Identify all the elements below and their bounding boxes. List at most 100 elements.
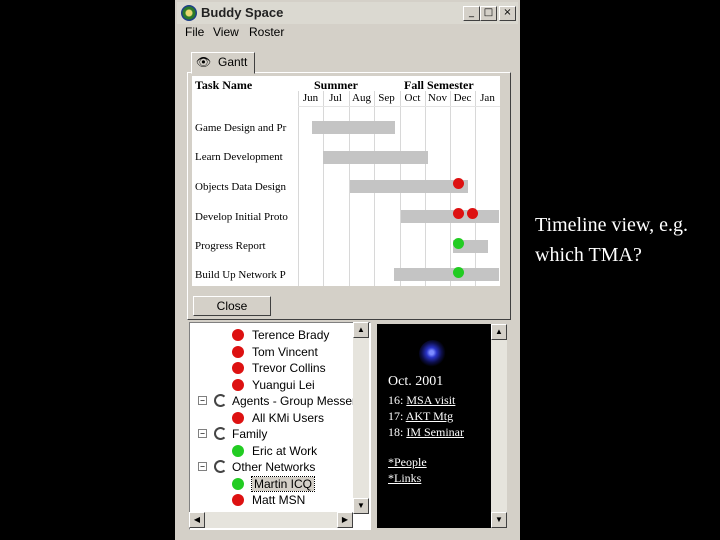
roster-contact[interactable]: Tom Vincent (190, 344, 366, 360)
roster-label: Other Networks (232, 460, 316, 474)
red-status-dot (467, 208, 478, 219)
scroll-left-icon[interactable]: ◀ (189, 512, 205, 528)
scroll-down-icon[interactable]: ▼ (491, 512, 507, 528)
online-status-icon (232, 444, 244, 457)
roster-label: Terence Brady (252, 328, 330, 342)
menu-roster[interactable]: Roster (249, 25, 284, 39)
collapse-icon[interactable]: − (198, 429, 207, 438)
roster-label: Yuangui Lei (252, 377, 315, 392)
group-icon (214, 394, 227, 407)
window-title: Buddy Space (201, 5, 284, 20)
scroll-down-icon[interactable]: ▼ (353, 498, 369, 514)
roster-contact[interactable]: Trevor Collins (190, 360, 366, 376)
app-logo-icon (181, 5, 197, 21)
roster-vertical-scrollbar[interactable]: ▲ ▼ (353, 322, 369, 514)
tab-gantt[interactable]: 👁 Gantt (191, 52, 255, 74)
roster-label: Matt MSN (252, 493, 306, 507)
roster-label: Trevor Collins (252, 361, 326, 375)
event-item[interactable]: 16: MSA visit (388, 393, 455, 408)
task-label: Develop Initial Proto (195, 211, 288, 223)
task-label: Objects Data Design (195, 181, 287, 193)
eye-icon: 👁 (196, 55, 212, 69)
event-item[interactable]: 17: AKT Mtg (388, 409, 453, 424)
roster-horizontal-scrollbar[interactable]: ◀ ▶ (189, 512, 353, 528)
month-label: Dec (453, 92, 472, 104)
task-bar[interactable] (350, 180, 468, 193)
roster-group[interactable]: − Agents - Group Messeng (190, 393, 366, 409)
collapse-icon[interactable]: − (198, 462, 207, 471)
maximize-button[interactable]: □ (480, 6, 497, 21)
task-label: Learn Development (195, 151, 283, 163)
offline-status-icon (232, 411, 244, 424)
red-status-dot (453, 178, 464, 189)
roster-contact[interactable]: Yuangui Lei (190, 377, 366, 393)
season-fall: Fall Semester (404, 78, 474, 92)
roster-contact[interactable]: Matt MSN (190, 492, 366, 508)
menu-view[interactable]: View (213, 25, 239, 39)
month-label: Sep (378, 92, 395, 104)
month-label: Jan (480, 92, 495, 104)
offline-status-icon (232, 378, 244, 391)
task-label: Build Up Network P (195, 269, 286, 281)
close-window-button[interactable]: × (499, 6, 516, 21)
event-link[interactable]: IM Seminar (406, 425, 464, 439)
online-status-icon (232, 477, 244, 490)
tab-gantt-label: Gantt (218, 55, 248, 69)
minimize-button[interactable]: _ (463, 6, 480, 21)
close-button[interactable]: Close (193, 296, 271, 316)
month-label: Aug (352, 92, 371, 104)
red-status-dot (453, 208, 464, 219)
roster-group[interactable]: − Family (190, 426, 366, 442)
month-label: Jun (302, 92, 319, 104)
grid-line (475, 91, 476, 286)
event-item[interactable]: 18: IM Seminar (388, 425, 464, 440)
people-link[interactable]: *People (388, 455, 427, 470)
task-label: Game Design and Pr (195, 122, 287, 134)
menu-file[interactable]: File (185, 25, 204, 39)
event-day: 18: (388, 425, 404, 439)
event-link[interactable]: MSA visit (406, 393, 455, 407)
event-link[interactable]: AKT Mtg (406, 409, 453, 423)
buddy-space-window: Buddy Space _ □ × File View Roster 👁 Gan… (175, 0, 520, 540)
offline-status-icon (232, 362, 244, 374)
menu-bar: File View Roster (177, 24, 518, 42)
task-bar[interactable] (394, 268, 499, 281)
planet-icon (419, 340, 447, 368)
roster-contact[interactable]: Martin ICQ (190, 475, 366, 492)
roster-contact[interactable]: Eric at Work (190, 443, 366, 459)
task-bar[interactable] (312, 121, 395, 134)
scroll-right-icon[interactable]: ▶ (337, 512, 353, 528)
roster-contact[interactable]: All KMi Users (190, 410, 366, 426)
scroll-up-icon[interactable]: ▲ (353, 322, 369, 338)
green-status-dot (453, 238, 464, 249)
month-label: Oct (404, 92, 421, 104)
gantt-chart: Task Name Summer Fall Semester Jun Jul A… (192, 76, 500, 286)
roster-contact[interactable]: Terence Brady (190, 327, 366, 343)
roster-label: Agents - Group Messeng (232, 394, 366, 408)
scroll-up-icon[interactable]: ▲ (491, 324, 507, 340)
links-link[interactable]: *Links (388, 471, 421, 486)
collapse-icon[interactable]: − (198, 396, 207, 405)
green-status-dot (453, 267, 464, 278)
slide-caption: Timeline view, e.g. which TMA? (535, 210, 720, 270)
calendar-month: Oct. 2001 (388, 374, 444, 389)
event-day: 17: (388, 409, 404, 423)
task-bar[interactable] (401, 210, 499, 223)
group-icon (214, 460, 227, 473)
event-day: 16: (388, 393, 404, 407)
offline-status-icon (232, 345, 244, 358)
info-panel-scrollbar[interactable]: ▲ ▼ (491, 324, 507, 528)
roster-tree: Terence Brady Tom Vincent Trevor Collins Yu… (189, 322, 371, 530)
month-label: Nov (428, 92, 447, 104)
task-bar[interactable] (323, 151, 428, 164)
roster-label: Eric at Work (252, 443, 318, 458)
grid-line (298, 91, 299, 286)
caption-line: which TMA? (535, 244, 642, 266)
title-bar[interactable]: Buddy Space _ □ × (177, 2, 518, 24)
offline-status-icon (232, 494, 244, 506)
calendar-info-panel: Oct. 2001 16: MSA visit 17: AKT Mtg 18: … (377, 324, 491, 528)
roster-group[interactable]: − Other Networks (190, 459, 366, 475)
roster-label: All KMi Users (252, 410, 325, 425)
caption-line: Timeline view, e.g. (535, 214, 688, 236)
roster-label: Family (232, 427, 268, 441)
